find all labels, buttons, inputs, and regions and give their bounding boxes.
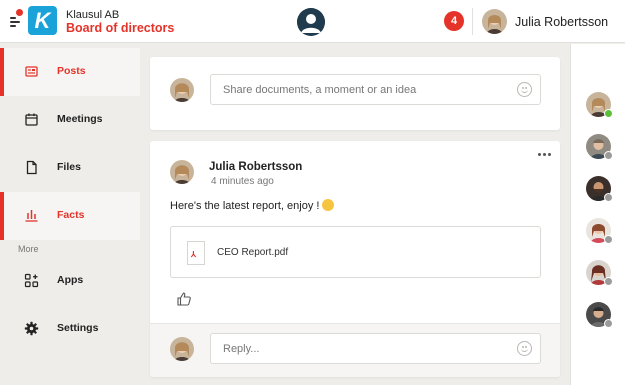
sidebar-item-label: Facts: [57, 209, 85, 221]
sidebar-item-apps[interactable]: Apps: [0, 257, 140, 305]
file-icon: [24, 160, 39, 175]
offline-status-icon: [604, 193, 613, 202]
sidebar-item-meetings[interactable]: Meetings: [0, 96, 140, 144]
offline-status-icon: [604, 277, 613, 286]
contact-avatar[interactable]: [586, 218, 613, 244]
sidebar-item-facts[interactable]: Facts: [0, 192, 140, 240]
header-divider: [472, 8, 473, 35]
post-timestamp: 4 minutes ago: [211, 176, 274, 187]
organization-avatar[interactable]: [297, 8, 325, 36]
calendar-icon: [24, 112, 39, 127]
user-name[interactable]: Julia Robertsson: [515, 15, 608, 29]
contacts-rail: [570, 44, 625, 385]
contact-avatar[interactable]: [586, 260, 613, 286]
top-header: K Klausul AB Board of directors 4 Julia …: [0, 0, 625, 43]
reply-section: Reply...: [150, 323, 560, 377]
sidebar: Posts Meetings Files Facts More Apps Set…: [0, 44, 140, 385]
post-author-name[interactable]: Julia Robertsson: [209, 161, 302, 173]
share-input-placeholder: Share documents, a moment or an idea: [223, 84, 417, 96]
emoji-icon[interactable]: [517, 341, 532, 356]
menu-notification-dot: [16, 9, 23, 16]
reply-input-placeholder: Reply...: [223, 343, 260, 355]
app-logo[interactable]: K: [28, 6, 57, 35]
attachment-card[interactable]: ⅄ CEO Report.pdf: [170, 226, 541, 278]
menu-button[interactable]: [8, 9, 23, 31]
offline-status-icon: [604, 151, 613, 160]
composer-avatar: [170, 78, 194, 102]
post-composer: Share documents, a moment or an idea: [150, 57, 560, 130]
sidebar-item-label: Meetings: [57, 113, 103, 125]
posts-icon: [24, 64, 39, 79]
more-options-icon[interactable]: [538, 151, 552, 157]
contact-avatar[interactable]: [586, 176, 613, 202]
sidebar-item-label: Files: [57, 161, 81, 173]
sidebar-item-label: Settings: [57, 322, 99, 334]
bar-chart-icon: [24, 208, 39, 223]
emoji-icon[interactable]: [517, 82, 532, 97]
post-card: Julia Robertsson 4 minutes ago Here's th…: [150, 141, 560, 377]
online-status-icon: [604, 109, 613, 118]
gear-icon: [24, 321, 39, 336]
contact-avatar[interactable]: [586, 92, 613, 118]
sidebar-section-more: More: [18, 244, 39, 254]
reply-input[interactable]: Reply...: [210, 333, 541, 364]
post-body: Here's the latest report, enjoy !: [170, 199, 335, 212]
sidebar-item-files[interactable]: Files: [0, 144, 140, 192]
organization-name: Klausul AB: [66, 9, 120, 21]
contact-avatar[interactable]: [586, 302, 613, 328]
offline-status-icon: [604, 235, 613, 244]
wink-emoji-icon: [322, 199, 335, 211]
notification-badge[interactable]: 4: [444, 11, 464, 31]
offline-status-icon: [604, 319, 613, 328]
pdf-icon: ⅄: [187, 241, 205, 265]
post-author-avatar[interactable]: [170, 160, 194, 184]
sidebar-item-label: Apps: [57, 274, 84, 286]
reply-avatar: [170, 337, 194, 361]
contact-avatar[interactable]: [586, 134, 613, 160]
apps-icon: [24, 273, 39, 288]
user-avatar[interactable]: [482, 9, 507, 34]
workspace-name[interactable]: Board of directors: [66, 21, 174, 35]
sidebar-item-label: Posts: [57, 65, 86, 77]
sidebar-item-settings[interactable]: Settings: [0, 305, 140, 353]
like-icon[interactable]: [176, 291, 192, 307]
sidebar-item-posts[interactable]: Posts: [0, 48, 140, 96]
share-input[interactable]: Share documents, a moment or an idea: [210, 74, 541, 105]
post-text: Here's the latest report, enjoy !: [170, 200, 320, 212]
attachment-name: CEO Report.pdf: [217, 247, 289, 258]
